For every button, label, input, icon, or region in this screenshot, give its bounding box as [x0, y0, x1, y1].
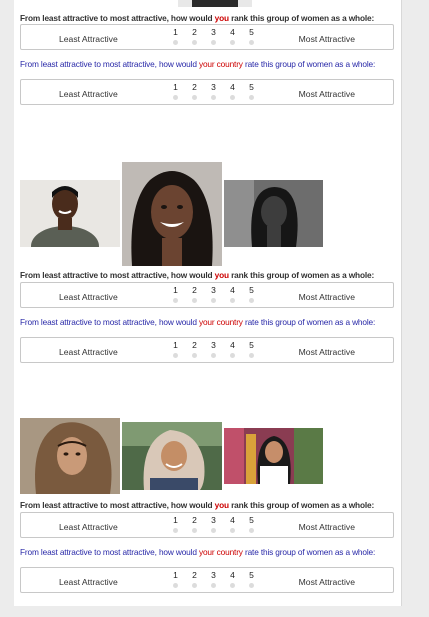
most-attractive-label: Most Attractive: [298, 89, 355, 99]
radio-2[interactable]: [192, 95, 197, 100]
radio-5[interactable]: [249, 298, 254, 303]
radio-1[interactable]: [173, 583, 178, 588]
radio-3[interactable]: [211, 583, 216, 588]
radio-2[interactable]: [192, 353, 197, 358]
radio-2[interactable]: [192, 298, 197, 303]
radio-3[interactable]: [211, 353, 216, 358]
scale-numbers: 12345: [173, 27, 254, 37]
group3-photo-1: [20, 418, 120, 494]
rating-scale-you: 12345 Least Attractive Most Attractive: [20, 282, 394, 308]
question-you-rank: From least attractive to most attractive…: [20, 270, 375, 280]
radio-3[interactable]: [211, 95, 216, 100]
radio-5[interactable]: [249, 95, 254, 100]
radio-3[interactable]: [211, 298, 216, 303]
radio-4[interactable]: [230, 528, 235, 533]
least-attractive-label: Least Attractive: [59, 34, 118, 44]
group3-photo-3: [224, 428, 323, 484]
radio-3[interactable]: [211, 40, 216, 45]
scale-numbers: 12345: [173, 515, 254, 525]
radio-4[interactable]: [230, 353, 235, 358]
radio-4[interactable]: [230, 40, 235, 45]
least-attractive-label: Least Attractive: [59, 522, 118, 532]
scale-numbers: 12345: [173, 570, 254, 580]
question-you-rank: From least attractive to most attractive…: [20, 13, 375, 23]
radio-1[interactable]: [173, 353, 178, 358]
group3-photo-2: [122, 422, 222, 490]
radio-1[interactable]: [173, 298, 178, 303]
radio-5[interactable]: [249, 583, 254, 588]
radio-1[interactable]: [173, 40, 178, 45]
most-attractive-label: Most Attractive: [298, 34, 355, 44]
group2-photo-3: [224, 180, 323, 247]
most-attractive-label: Most Attractive: [298, 292, 355, 302]
radio-1[interactable]: [173, 528, 178, 533]
question-country-rate: From least attractive to most attractive…: [20, 317, 376, 327]
radio-3[interactable]: [211, 528, 216, 533]
rating-scale-country: 12345 Least Attractive Most Attractive: [20, 567, 394, 593]
radio-2[interactable]: [192, 528, 197, 533]
group0-photo-partial: [178, 0, 252, 7]
radio-1[interactable]: [173, 95, 178, 100]
least-attractive-label: Least Attractive: [59, 89, 118, 99]
group2-photo-1: [20, 180, 120, 247]
group2-photo-2: [122, 162, 222, 266]
most-attractive-label: Most Attractive: [298, 577, 355, 587]
radio-2[interactable]: [192, 40, 197, 45]
radio-4[interactable]: [230, 298, 235, 303]
radio-2[interactable]: [192, 583, 197, 588]
rating-scale-country: 12345 Least Attractive Most Attractive: [20, 337, 394, 363]
scale-numbers: 12345: [173, 340, 254, 350]
scale-numbers: 12345: [173, 285, 254, 295]
question-you-rank: From least attractive to most attractive…: [20, 500, 375, 510]
least-attractive-label: Least Attractive: [59, 292, 118, 302]
rating-scale-you: 12345 Least Attractive Most Attractive: [20, 512, 394, 538]
question-country-rate: From least attractive to most attractive…: [20, 59, 376, 69]
most-attractive-label: Most Attractive: [298, 347, 355, 357]
least-attractive-label: Least Attractive: [59, 577, 118, 587]
least-attractive-label: Least Attractive: [59, 347, 118, 357]
question-country-rate: From least attractive to most attractive…: [20, 547, 376, 557]
radio-4[interactable]: [230, 583, 235, 588]
scale-numbers: 12345: [173, 82, 254, 92]
radio-5[interactable]: [249, 40, 254, 45]
radio-5[interactable]: [249, 528, 254, 533]
radio-4[interactable]: [230, 95, 235, 100]
rating-scale-country: 12345 Least Attractive Most Attractive: [20, 79, 394, 105]
rating-scale-you: 12345 Least Attractive Most Attractive: [20, 24, 394, 50]
most-attractive-label: Most Attractive: [298, 522, 355, 532]
radio-5[interactable]: [249, 353, 254, 358]
